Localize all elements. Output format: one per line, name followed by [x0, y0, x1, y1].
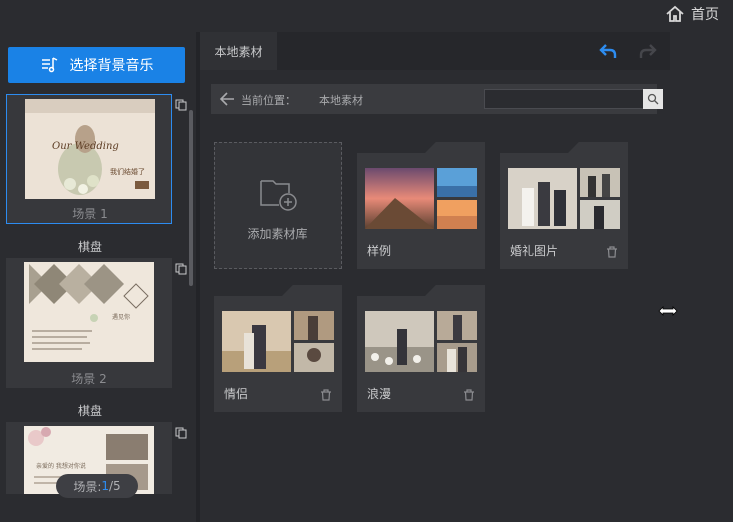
folder-name: 样例 — [367, 244, 392, 258]
folder-wedding-photos[interactable]: 婚礼图片 — [500, 142, 628, 269]
scene-card-1[interactable]: Our Wedding 我们结婚了 场景 1 — [6, 94, 172, 224]
music-list-icon — [41, 57, 57, 73]
undo-icon[interactable] — [598, 42, 618, 60]
copy-scene-icon[interactable] — [175, 263, 187, 275]
add-library-label: 添加素材库 — [247, 227, 308, 241]
home-link[interactable]: 首页 — [665, 0, 719, 28]
pager-total: /5 — [109, 479, 121, 493]
tab-bar: 本地素材 — [200, 32, 670, 70]
material-panel: 本地素材 当前位置： 本地素材 添加素材库 样例 婚礼图片 情侣 浪漫 — [200, 32, 670, 522]
scene-thumb-text: 遇见你 — [112, 313, 130, 321]
scene-panel: 选择背景音乐 Our Wedding 我们结婚了 场景 1 棋盘 遇见你 场景 … — [0, 32, 196, 522]
redo-icon[interactable] — [638, 42, 658, 60]
location-bar: 当前位置： 本地素材 — [211, 84, 663, 114]
pager-current: 1 — [101, 479, 109, 493]
delete-folder-icon[interactable] — [320, 389, 332, 401]
folder-preview-image — [437, 168, 477, 197]
scene-caption: 场景 2 — [71, 372, 107, 386]
folder-name: 情侣 — [224, 387, 249, 401]
folder-name: 婚礼图片 — [510, 244, 559, 258]
folder-preview-image — [294, 343, 334, 372]
folder-preview-image — [437, 343, 477, 372]
folder-preview-image — [580, 200, 620, 229]
folder-romance[interactable]: 浪漫 — [357, 285, 485, 412]
folder-cover-image — [222, 311, 291, 372]
home-icon — [666, 5, 684, 22]
transition-label-1[interactable]: 棋盘 — [0, 238, 180, 255]
scene-thumb-title: Our Wedding — [52, 141, 119, 152]
location-label: 当前位置： — [241, 94, 296, 107]
folder-cover-image — [365, 168, 434, 229]
add-library-tile[interactable]: 添加素材库 — [214, 142, 342, 269]
top-bar: 首页 — [0, 0, 733, 32]
folder-couples[interactable]: 情侣 — [214, 285, 342, 412]
copy-scene-icon[interactable] — [175, 427, 187, 439]
scene-thumb-text: 我们结婚了 — [110, 167, 145, 176]
delete-folder-icon[interactable] — [463, 389, 475, 401]
folder-cover-image — [508, 168, 577, 229]
folder-preview-image — [580, 168, 620, 197]
delete-folder-icon[interactable] — [606, 246, 618, 258]
pager-label: 场景: — [73, 479, 102, 494]
home-label: 首页 — [691, 7, 719, 23]
search-button[interactable] — [643, 89, 663, 109]
scene-thumbnail: Our Wedding 我们结婚了 — [25, 99, 155, 199]
folder-preview-image — [437, 200, 477, 229]
folder-preview-image — [437, 311, 477, 340]
scene-list-scrollbar[interactable] — [189, 110, 193, 286]
folder-name: 浪漫 — [367, 387, 392, 401]
search-icon — [647, 93, 659, 105]
select-music-label: 选择背景音乐 — [69, 58, 154, 74]
right-background — [670, 32, 733, 522]
scene-thumbnail: 遇见你 — [24, 262, 154, 362]
location-value[interactable]: 本地素材 — [319, 92, 363, 108]
scene-card-2[interactable]: 遇见你 场景 2 — [6, 258, 172, 388]
scene-thumb-text: 亲爱的 我想对你说 — [36, 462, 86, 470]
folder-samples[interactable]: 样例 — [357, 142, 485, 269]
folder-preview-image — [294, 311, 334, 340]
select-music-button[interactable]: 选择背景音乐 — [8, 47, 185, 83]
search-input[interactable] — [484, 89, 644, 109]
scene-pager: 场景: 1/5 — [56, 474, 138, 498]
scene-caption: 场景 1 — [72, 207, 108, 221]
transition-label-2[interactable]: 棋盘 — [0, 402, 180, 419]
folder-add-icon — [260, 180, 297, 211]
back-arrow-icon[interactable] — [219, 91, 235, 107]
copy-scene-icon[interactable] — [175, 99, 187, 111]
tab-local-materials[interactable]: 本地素材 — [200, 32, 277, 70]
folder-cover-image — [365, 311, 434, 372]
resize-cursor-icon — [658, 306, 678, 316]
